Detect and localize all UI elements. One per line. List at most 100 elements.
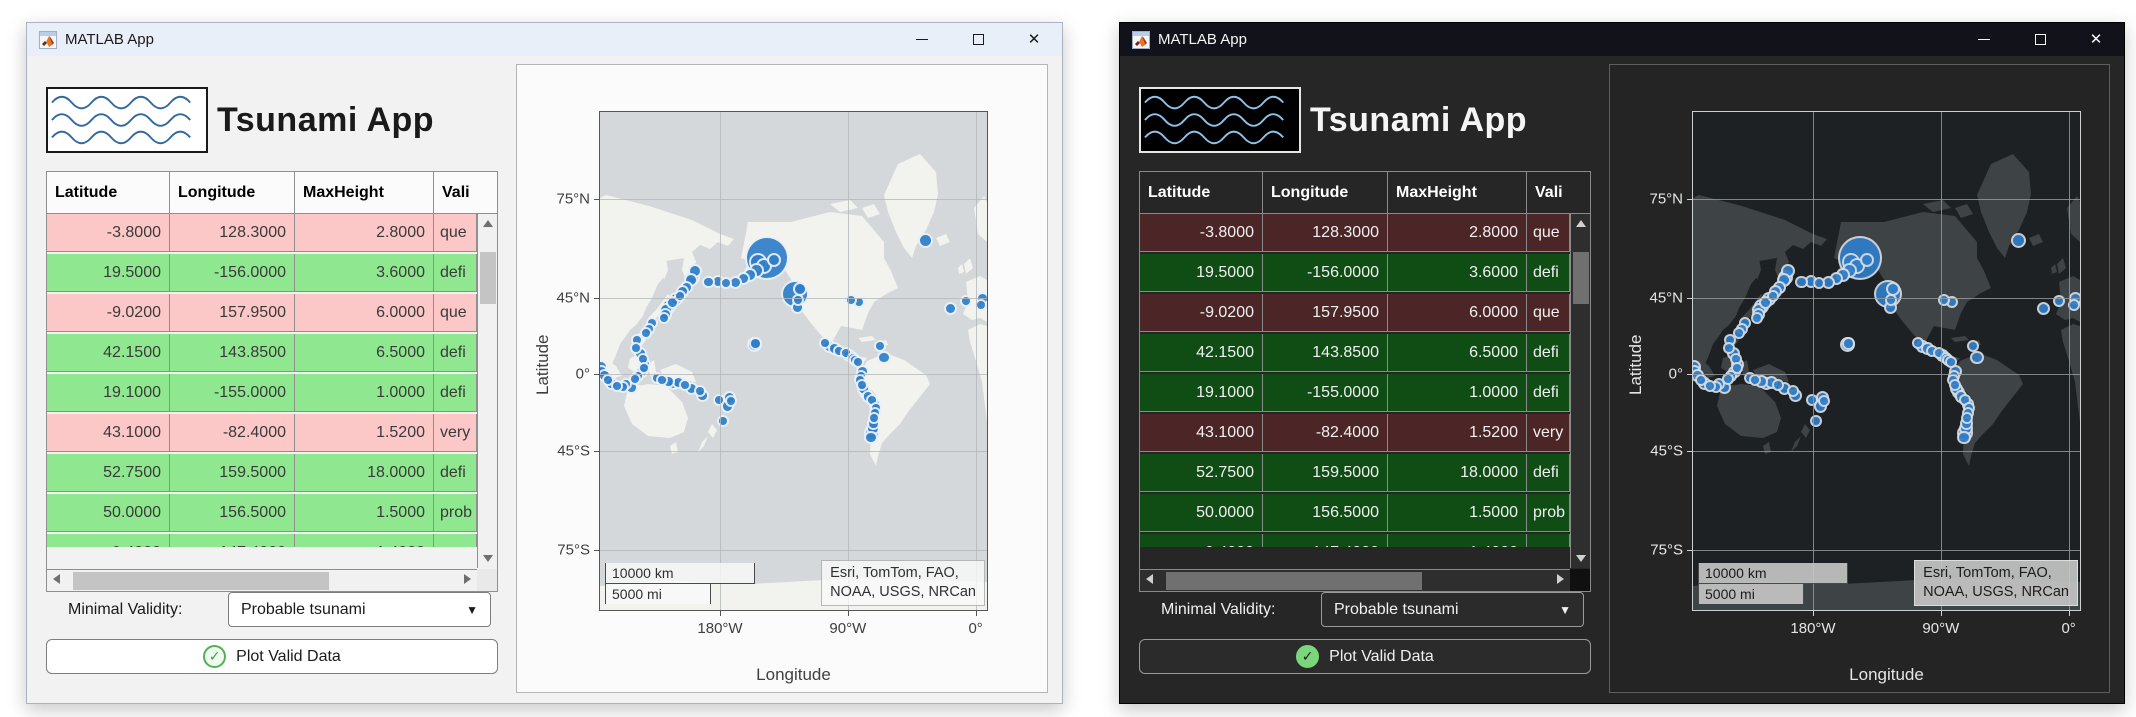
table-cell[interactable]: 147.4000 bbox=[1263, 534, 1388, 547]
vertical-scroll-thumb[interactable] bbox=[480, 252, 496, 304]
table-row[interactable]: 19.1000 -155.0000 1.0000 defi bbox=[1140, 374, 1570, 412]
table-row[interactable]: -9.0200 157.9500 6.0000 que bbox=[47, 294, 477, 332]
plot-valid-data-button[interactable]: ✓ Plot Valid Data bbox=[1139, 639, 1591, 674]
table-cell[interactable]: -3.8000 bbox=[1140, 214, 1263, 252]
table-cell[interactable]: 147.4000 bbox=[170, 534, 295, 547]
tsunami-data-table[interactable]: Latitude Longitude MaxHeight Vali -3.800… bbox=[46, 171, 498, 592]
table-cell[interactable]: -155.0000 bbox=[1263, 374, 1388, 412]
table-cell[interactable]: 3.6000 bbox=[295, 254, 434, 292]
table-row[interactable]: 43.1000 -82.4000 1.5200 very bbox=[1140, 414, 1570, 452]
horizontal-scroll-thumb[interactable] bbox=[73, 572, 329, 590]
table-cell[interactable]: 1.4000 bbox=[1388, 534, 1527, 547]
table-cell[interactable]: defi bbox=[1527, 334, 1570, 372]
table-row[interactable]: -3.8000 128.3000 2.8000 que bbox=[1140, 214, 1570, 252]
table-cell[interactable]: very bbox=[434, 414, 477, 452]
table-cell[interactable]: very bbox=[1527, 414, 1570, 452]
table-cell[interactable]: 157.9500 bbox=[170, 294, 295, 332]
table-cell[interactable]: 6.5000 bbox=[295, 334, 434, 372]
table-cell[interactable]: 50.0000 bbox=[47, 494, 170, 532]
minimize-button[interactable] bbox=[894, 23, 950, 56]
title-bar[interactable]: MATLAB App ✕ bbox=[1120, 23, 2124, 56]
table-cell[interactable]: -9.4000 bbox=[1140, 534, 1263, 547]
table-cell[interactable]: -9.0200 bbox=[1140, 294, 1263, 332]
scroll-up-icon[interactable] bbox=[483, 220, 493, 227]
table-cell[interactable]: 156.5000 bbox=[1263, 494, 1388, 532]
tsunami-data-table[interactable]: Latitude Longitude MaxHeight Vali -3.800… bbox=[1139, 171, 1591, 592]
table-cell[interactable] bbox=[1527, 534, 1570, 547]
scroll-down-icon[interactable] bbox=[483, 555, 493, 562]
table-cell[interactable]: defi bbox=[434, 454, 477, 492]
maximize-button[interactable] bbox=[2012, 23, 2068, 56]
title-bar[interactable]: MATLAB App ✕ bbox=[27, 23, 1062, 56]
scroll-right-icon[interactable] bbox=[464, 574, 471, 584]
table-cell[interactable] bbox=[434, 534, 477, 547]
scroll-down-icon[interactable] bbox=[1576, 555, 1586, 562]
table-cell[interactable]: 2.8000 bbox=[1388, 214, 1527, 252]
table-cell[interactable]: 1.5200 bbox=[1388, 414, 1527, 452]
table-row[interactable]: 52.7500 159.5000 18.0000 defi bbox=[47, 454, 477, 492]
minimize-button[interactable] bbox=[1956, 23, 2012, 56]
table-cell[interactable]: defi bbox=[1527, 254, 1570, 292]
table-row[interactable]: 52.7500 159.5000 18.0000 defi bbox=[1140, 454, 1570, 492]
table-cell[interactable]: 128.3000 bbox=[170, 214, 295, 252]
table-row[interactable]: -9.4000147.40001.4000 bbox=[47, 534, 477, 547]
table-cell[interactable]: -3.8000 bbox=[47, 214, 170, 252]
validity-dropdown[interactable]: Probable tsunami ▼ bbox=[1321, 592, 1584, 627]
table-cell[interactable]: 1.5000 bbox=[295, 494, 434, 532]
validity-dropdown[interactable]: Probable tsunami ▼ bbox=[228, 592, 491, 627]
horizontal-scroll-thumb[interactable] bbox=[1166, 572, 1422, 590]
table-vertical-scrollbar[interactable] bbox=[1570, 214, 1590, 568]
close-button[interactable]: ✕ bbox=[2068, 23, 2124, 56]
plot-valid-data-button[interactable]: ✓ Plot Valid Data bbox=[46, 639, 498, 674]
table-cell[interactable]: 1.5000 bbox=[1388, 494, 1527, 532]
table-cell[interactable]: 159.5000 bbox=[170, 454, 295, 492]
table-row[interactable]: 19.5000 -156.0000 3.6000 defi bbox=[1140, 254, 1570, 292]
geo-map-plot[interactable]: 10000 km 5000 mi Esri, TomTom, FAO, NOAA… bbox=[1692, 111, 2081, 611]
table-cell[interactable]: que bbox=[434, 294, 477, 332]
table-cell[interactable]: 18.0000 bbox=[295, 454, 434, 492]
table-row[interactable]: 50.0000 156.5000 1.5000 prob bbox=[1140, 494, 1570, 532]
table-cell[interactable]: 1.0000 bbox=[1388, 374, 1527, 412]
table-cell[interactable]: 52.7500 bbox=[1140, 454, 1263, 492]
table-cell[interactable]: 52.7500 bbox=[47, 454, 170, 492]
table-cell[interactable]: 42.1500 bbox=[47, 334, 170, 372]
table-cell[interactable]: 3.6000 bbox=[1388, 254, 1527, 292]
table-cell[interactable]: que bbox=[1527, 214, 1570, 252]
close-button[interactable]: ✕ bbox=[1006, 23, 1062, 56]
table-cell[interactable]: -156.0000 bbox=[1263, 254, 1388, 292]
table-cell[interactable]: 43.1000 bbox=[1140, 414, 1263, 452]
table-cell[interactable]: 6.0000 bbox=[295, 294, 434, 332]
table-cell[interactable]: 19.5000 bbox=[47, 254, 170, 292]
table-cell[interactable]: 159.5000 bbox=[1263, 454, 1388, 492]
table-cell[interactable]: 43.1000 bbox=[47, 414, 170, 452]
table-cell[interactable]: prob bbox=[1527, 494, 1570, 532]
table-row[interactable]: 19.1000 -155.0000 1.0000 defi bbox=[47, 374, 477, 412]
table-cell[interactable]: 2.8000 bbox=[295, 214, 434, 252]
table-cell[interactable]: que bbox=[1527, 294, 1570, 332]
table-cell[interactable]: 1.0000 bbox=[295, 374, 434, 412]
table-cell[interactable]: 6.5000 bbox=[1388, 334, 1527, 372]
table-cell[interactable]: 156.5000 bbox=[170, 494, 295, 532]
table-cell[interactable]: -9.0200 bbox=[47, 294, 170, 332]
table-cell[interactable]: -9.4000 bbox=[47, 534, 170, 547]
table-cell[interactable]: 42.1500 bbox=[1140, 334, 1263, 372]
scroll-left-icon[interactable] bbox=[1146, 574, 1153, 584]
table-cell[interactable]: defi bbox=[434, 254, 477, 292]
table-cell[interactable]: defi bbox=[1527, 454, 1570, 492]
table-cell[interactable]: 6.0000 bbox=[1388, 294, 1527, 332]
table-cell[interactable]: -155.0000 bbox=[170, 374, 295, 412]
scroll-left-icon[interactable] bbox=[53, 574, 60, 584]
table-row[interactable]: 43.1000 -82.4000 1.5200 very bbox=[47, 414, 477, 452]
table-cell[interactable]: 1.4000 bbox=[295, 534, 434, 547]
table-cell[interactable]: -156.0000 bbox=[170, 254, 295, 292]
table-cell[interactable]: 1.5200 bbox=[295, 414, 434, 452]
maximize-button[interactable] bbox=[950, 23, 1006, 56]
scroll-right-icon[interactable] bbox=[1557, 574, 1564, 584]
table-row[interactable]: 19.5000 -156.0000 3.6000 defi bbox=[47, 254, 477, 292]
table-row[interactable]: -9.0200 157.9500 6.0000 que bbox=[1140, 294, 1570, 332]
table-row[interactable]: -3.8000 128.3000 2.8000 que bbox=[47, 214, 477, 252]
table-cell[interactable]: 143.8500 bbox=[170, 334, 295, 372]
table-cell[interactable]: que bbox=[434, 214, 477, 252]
scroll-up-icon[interactable] bbox=[1576, 220, 1586, 227]
table-row[interactable]: -9.4000147.40001.4000 bbox=[1140, 534, 1570, 547]
